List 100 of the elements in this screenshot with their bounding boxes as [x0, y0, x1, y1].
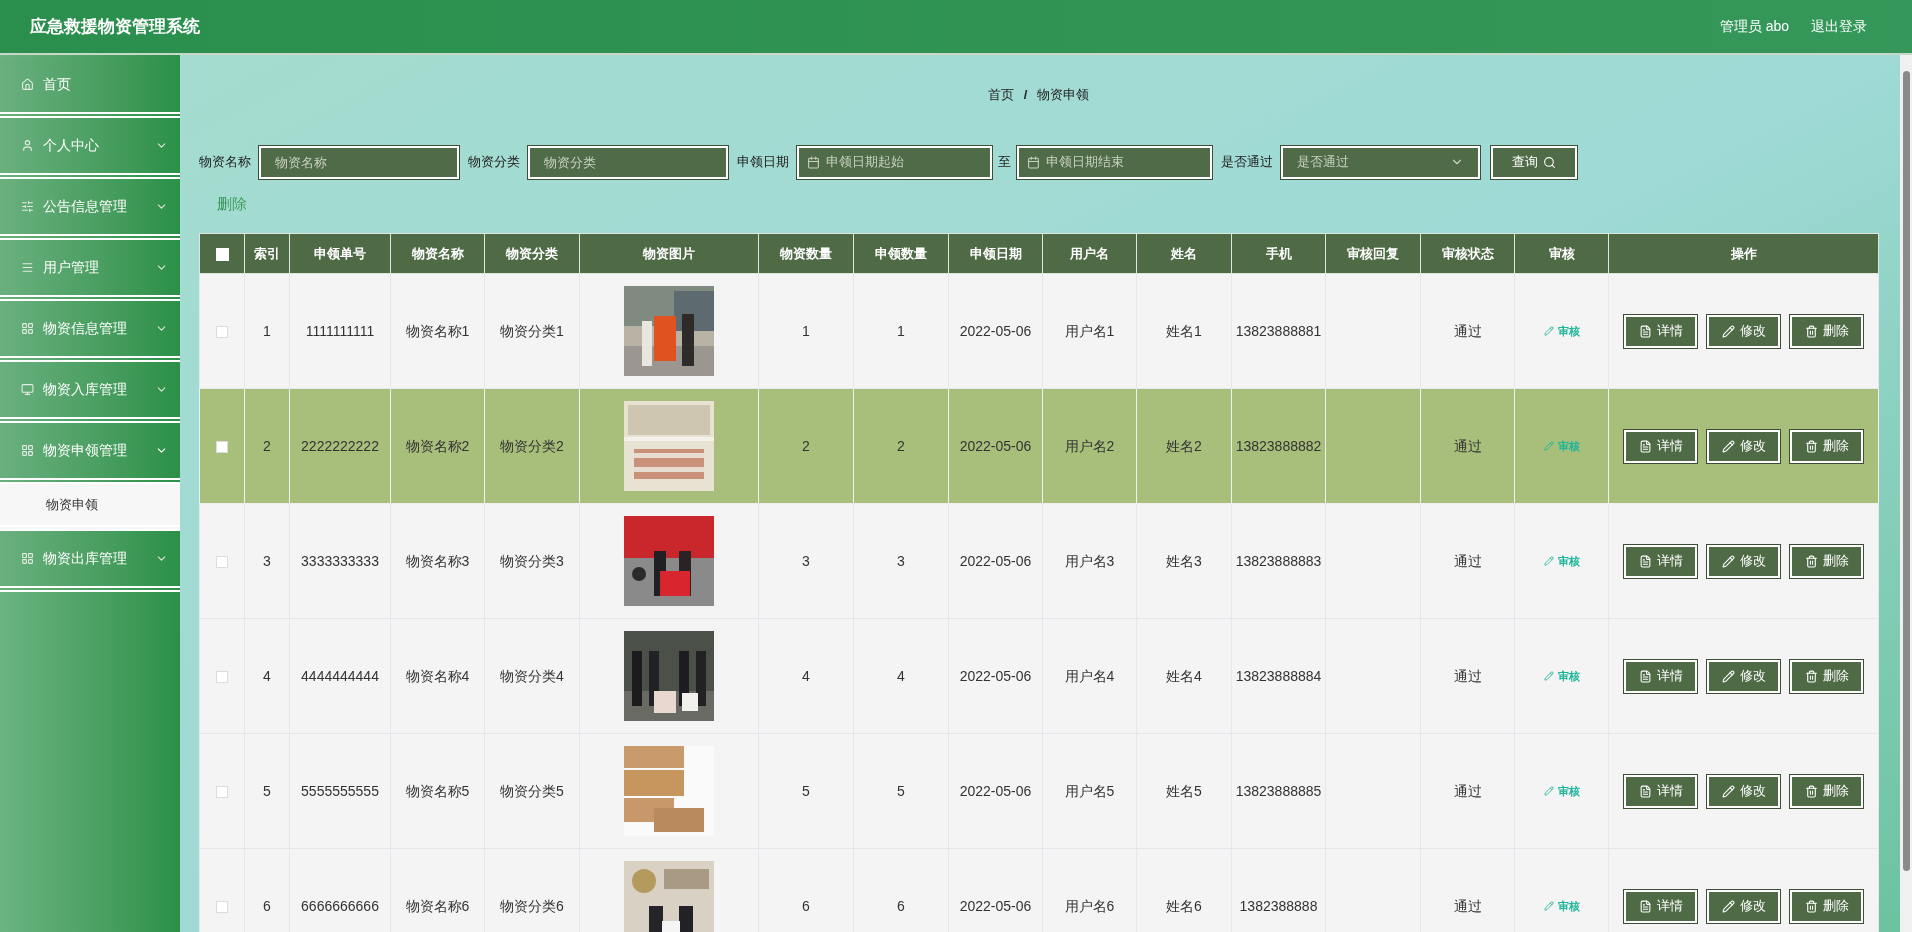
- column-header: 物资分类: [484, 233, 580, 274]
- edit-button[interactable]: 修改: [1707, 889, 1780, 923]
- row-checkbox[interactable]: [216, 325, 228, 338]
- index-cell: 2: [244, 388, 290, 504]
- pencil-icon: [1721, 669, 1735, 683]
- edit-button[interactable]: 修改: [1707, 314, 1780, 348]
- edit-button[interactable]: 修改: [1707, 544, 1780, 578]
- row-checkbox[interactable]: [216, 440, 228, 453]
- table-cell: 1111111111: [289, 273, 391, 389]
- monitor-icon: [21, 383, 34, 396]
- delete-button[interactable]: 删除: [1790, 429, 1863, 463]
- date-field[interactable]: 申领日期起始: [797, 145, 992, 179]
- row-checkbox[interactable]: [216, 555, 228, 568]
- home-icon: [21, 78, 34, 91]
- delete-button[interactable]: 删除: [1790, 774, 1863, 808]
- pencil-icon: [1543, 326, 1554, 336]
- table-cell: 物资分类5: [484, 733, 580, 849]
- sidebar-item[interactable]: 物资出库管理: [0, 531, 180, 592]
- pencil-icon: [1721, 554, 1735, 568]
- table-row[interactable]: 4 4444444444 物资名称4 物资分类4 4 4 2022-05-06 用户名4 姓名4 13823888884 通过 审核 详情 修改 删除: [199, 618, 1879, 734]
- table-cell: 13823888882: [1231, 388, 1326, 504]
- pencil-icon: [1721, 899, 1735, 913]
- table-row[interactable]: 6 6666666666 物资名称6 物资分类6 6 6 2022-05-06 用户名6 姓名6 1382388888 通过 审核 详情 修改 删除: [199, 848, 1879, 932]
- table-row[interactable]: 2 2222222222 物资名称2 物资分类2 2 2 2022-05-06 用户名2 姓名2 13823888882 通过 审核 详情 修改 删除: [199, 388, 1879, 504]
- edit-button[interactable]: 修改: [1707, 774, 1780, 808]
- trash-icon: [1804, 554, 1818, 568]
- table-cell: 姓名1: [1136, 273, 1232, 389]
- table-cell: 1: [758, 273, 854, 389]
- breadcrumb-link[interactable]: 首页: [987, 85, 1014, 105]
- table-cell: 2: [758, 388, 854, 504]
- document-icon: [1638, 899, 1652, 913]
- range-separator: 至: [998, 153, 1011, 172]
- table-cell: 3: [853, 503, 949, 619]
- row-checkbox[interactable]: [216, 900, 228, 913]
- row-checkbox[interactable]: [216, 785, 228, 798]
- search-field[interactable]: 物资分类: [528, 145, 728, 179]
- detail-button[interactable]: 详情: [1624, 889, 1697, 923]
- submenu-item[interactable]: 物资申领: [0, 484, 180, 531]
- row-checkbox[interactable]: [216, 670, 228, 683]
- sidebar-item[interactable]: 物资信息管理: [0, 301, 180, 362]
- logout-link[interactable]: 退出登录: [1811, 16, 1867, 37]
- column-header: 索引: [244, 233, 290, 274]
- search-field[interactable]: 物资名称: [259, 145, 459, 179]
- sidebar-item[interactable]: 物资入库管理: [0, 362, 180, 423]
- delete-button[interactable]: 删除: [1790, 659, 1863, 693]
- column-header: 申领数量: [853, 233, 949, 274]
- sidebar-item[interactable]: 首页: [0, 57, 180, 118]
- delete-button[interactable]: 删除: [1790, 889, 1863, 923]
- sidebar-item[interactable]: 用户管理: [0, 240, 180, 301]
- pencil-icon: [1721, 784, 1735, 798]
- field-label: 申领日期: [737, 153, 789, 172]
- delete-button[interactable]: 删除: [1790, 314, 1863, 348]
- table-cell: 2022-05-06: [948, 733, 1043, 849]
- edit-button[interactable]: 修改: [1707, 659, 1780, 693]
- table-row[interactable]: 1 1111111111 物资名称1 物资分类1 1 1 2022-05-06 用户名1 姓名1 13823888881 通过 审核 详情 修改 删除: [199, 273, 1879, 389]
- table-cell: 物资名称3: [390, 503, 485, 619]
- calendar-icon: [807, 155, 820, 169]
- detail-button[interactable]: 详情: [1624, 429, 1697, 463]
- field-label: 是否通过: [1221, 153, 1273, 172]
- detail-button[interactable]: 详情: [1624, 544, 1697, 578]
- column-header: 姓名: [1136, 233, 1232, 274]
- table-cell: 用户名3: [1042, 503, 1137, 619]
- table-cell: 姓名5: [1136, 733, 1232, 849]
- date-field[interactable]: 申领日期结束: [1017, 145, 1212, 179]
- column-header: 物资数量: [758, 233, 854, 274]
- table-cell: 2: [853, 388, 949, 504]
- sidebar-item[interactable]: 物资申领管理: [0, 423, 180, 484]
- field-label: 物资名称: [199, 153, 251, 172]
- app-title: 应急救援物资管理系统: [30, 15, 200, 38]
- pencil-icon: [1543, 901, 1554, 911]
- edit-button[interactable]: 修改: [1707, 429, 1780, 463]
- pencil-icon: [1721, 439, 1735, 453]
- table-row[interactable]: 5 5555555555 物资名称5 物资分类5 5 5 2022-05-06 用户名5 姓名5 13823888885 通过 审核 详情 修改 删除: [199, 733, 1879, 849]
- delete-button[interactable]: 删除: [1790, 544, 1863, 578]
- table-cell: 物资名称5: [390, 733, 485, 849]
- table-cell: 2022-05-06: [948, 618, 1043, 734]
- table-cell: 物资分类4: [484, 618, 580, 734]
- column-header: 操作: [1608, 233, 1879, 274]
- header-checkbox[interactable]: [215, 247, 229, 261]
- select-field[interactable]: 是否通过: [1281, 145, 1480, 179]
- column-header: 物资名称: [390, 233, 485, 274]
- detail-button[interactable]: 详情: [1624, 774, 1697, 808]
- table-cell: 1: [853, 273, 949, 389]
- pencil-icon: [1543, 441, 1554, 451]
- column-header: 物资图片: [579, 233, 759, 274]
- detail-button[interactable]: 详情: [1624, 659, 1697, 693]
- table-cell: 5: [853, 733, 949, 849]
- table-cell: 3333333333: [289, 503, 391, 619]
- table-cell: 物资名称1: [390, 273, 485, 389]
- sidebar-item[interactable]: 公告信息管理: [0, 179, 180, 240]
- breadcrumb-link[interactable]: 物资申领: [1037, 85, 1090, 105]
- table-cell: 通过: [1420, 618, 1515, 734]
- pencil-icon: [1721, 324, 1735, 338]
- field-label: 物资分类: [468, 153, 520, 172]
- detail-button[interactable]: 详情: [1624, 314, 1697, 348]
- table-row[interactable]: 3 3333333333 物资名称3 物资分类3 3 3 2022-05-06 用户名3 姓名3 13823888883 通过 审核 详情 修改 删除: [199, 503, 1879, 619]
- menu-icon: [21, 261, 34, 274]
- search-button[interactable]: 查询: [1491, 145, 1577, 179]
- trash-icon: [1804, 669, 1818, 683]
- sidebar-item[interactable]: 个人中心: [0, 118, 180, 179]
